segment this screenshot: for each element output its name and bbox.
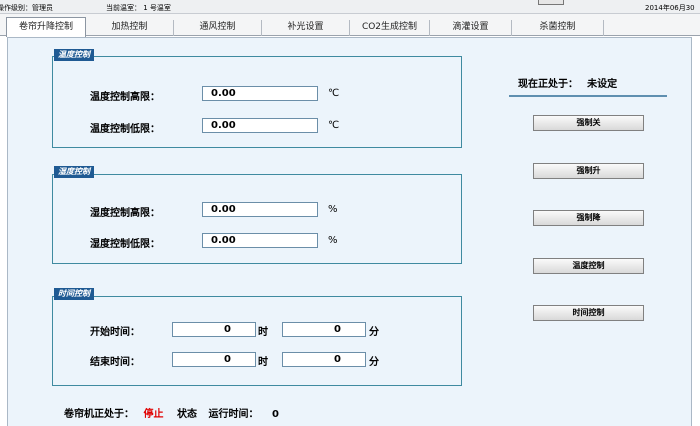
force-close-button[interactable]: 强制关 [533,115,644,131]
time-group [52,296,462,386]
temp-low-label: 温度控制低限： [90,124,160,135]
start-hour-input[interactable]: 0 [172,322,256,337]
current-greenhouse: 当前温室： 1 号温室 [106,4,171,12]
current-date: 2014年06月30 [645,4,695,12]
runtime-value: 0 [271,409,279,420]
temp-low-unit: ℃ [328,120,340,131]
end-hour-unit: 时 [258,357,268,368]
end-hour-input[interactable]: 0 [172,352,256,367]
tab-drip-irrigation[interactable]: 滴灌设置 [430,20,512,36]
temp-high-input[interactable]: 0.00 [202,86,318,101]
current-mode: 现在正处于： 未设定 [518,72,617,91]
current-mode-label: 现在正处于： [518,79,578,90]
end-minute-unit: 分 [369,357,379,368]
tab-co2-control[interactable]: CO2生成控制 [350,20,430,36]
time-control-button[interactable]: 时间控制 [533,305,644,321]
humidity-group [52,174,462,264]
humidity-low-unit: % [328,235,338,246]
current-mode-value: 未设定 [587,79,618,90]
tab-supplemental-light[interactable]: 补光设置 [262,20,350,36]
temperature-legend: 温度控制 [54,49,94,61]
end-time-label: 结束时间： [90,357,140,368]
operator-level: 操作级别：管理员 [0,4,53,12]
humidity-high-input[interactable]: 0.00 [202,202,318,217]
force-lower-button[interactable]: 强制降 [533,210,644,226]
time-legend: 时间控制 [54,288,94,300]
temp-low-input[interactable]: 0.00 [202,118,318,133]
top-status-bar: 操作级别：管理员 当前温室： 1 号温室 2014年06月30 [0,0,700,14]
start-minute-unit: 分 [369,327,379,338]
end-minute-input[interactable]: 0 [282,352,366,367]
window-widget[interactable] [538,0,564,5]
curtain-status: 卷帘机正处于： 停止 状态 运行时间： 0 [64,405,279,420]
tab-sterilization-control[interactable]: 杀菌控制 [512,20,604,36]
start-hour-unit: 时 [258,327,268,338]
humidity-low-label: 湿度控制低限： [90,239,160,250]
tab-curtain-control[interactable]: 卷帘升降控制 [6,17,86,37]
tab-ventilation-control[interactable]: 通风控制 [174,20,262,36]
force-raise-button[interactable]: 强制升 [533,163,644,179]
temp-high-unit: ℃ [328,88,340,99]
right-divider [509,95,667,97]
humidity-high-label: 湿度控制高限： [90,208,160,219]
temperature-control-button[interactable]: 温度控制 [533,258,644,274]
temp-high-label: 温度控制高限： [90,92,160,103]
curtain-status-suffix: 状态 [176,409,197,420]
start-minute-input[interactable]: 0 [282,322,366,337]
humidity-high-unit: % [328,204,338,215]
curtain-status-value: 停止 [143,409,164,420]
humidity-legend: 湿度控制 [54,166,94,178]
runtime-label: 运行时间： [208,409,259,420]
curtain-status-label: 卷帘机正处于： [64,409,134,420]
start-time-label: 开始时间： [90,327,140,338]
humidity-low-input[interactable]: 0.00 [202,233,318,248]
tab-heating-control[interactable]: 加热控制 [86,20,174,36]
